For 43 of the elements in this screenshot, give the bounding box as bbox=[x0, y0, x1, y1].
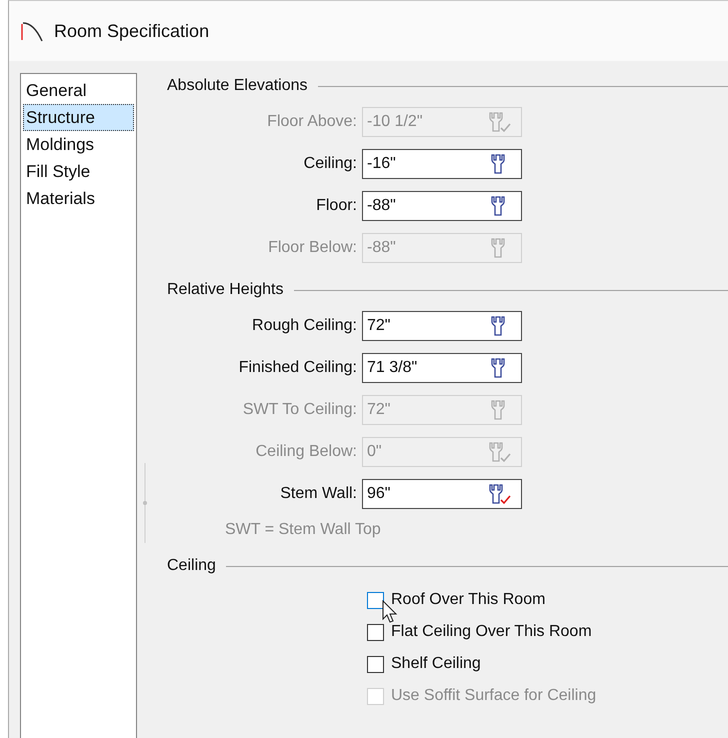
field-label: Floor: bbox=[315, 197, 357, 215]
field-value: 0" bbox=[367, 443, 383, 461]
field-label: SWT To Ceiling: bbox=[242, 401, 357, 419]
input-field[interactable]: 72" bbox=[362, 311, 522, 341]
field-label: Stem Wall: bbox=[279, 485, 357, 503]
wrench-check-icon[interactable] bbox=[487, 483, 511, 505]
field-label: Floor Below: bbox=[267, 239, 357, 257]
category-item[interactable]: Moldings bbox=[23, 131, 134, 158]
checkbox[interactable] bbox=[367, 656, 384, 672]
field-label: Ceiling Below: bbox=[254, 443, 357, 461]
field-label: Rough Ceiling: bbox=[251, 317, 357, 335]
field-value: 72" bbox=[367, 401, 392, 419]
input-field[interactable]: -88" bbox=[362, 191, 522, 221]
category-item[interactable]: General bbox=[23, 77, 134, 104]
note-text: SWT = Stem Wall Top bbox=[225, 521, 382, 539]
window-title: Room Specification bbox=[54, 20, 210, 42]
category-item[interactable]: Materials bbox=[23, 185, 134, 212]
field-label: Ceiling: bbox=[302, 155, 357, 173]
field-value: -88" bbox=[367, 197, 397, 215]
section-title: Absolute Elevations bbox=[167, 77, 308, 95]
field-value: -16" bbox=[367, 155, 397, 173]
field-value: -10 1/2" bbox=[367, 113, 424, 131]
category-item[interactable]: Structure bbox=[23, 104, 134, 131]
checkbox-label: Flat Ceiling Over This Room bbox=[391, 623, 592, 641]
checkbox-label: Roof Over This Room bbox=[391, 591, 546, 609]
checkbox-label: Shelf Ceiling bbox=[391, 655, 481, 673]
checkbox[interactable] bbox=[367, 592, 384, 608]
section-title: Relative Heights bbox=[167, 281, 284, 299]
field-value: 96" bbox=[367, 485, 392, 503]
splitter-handle[interactable] bbox=[142, 463, 148, 543]
input-field[interactable]: -16" bbox=[362, 149, 522, 179]
field-value: 71 3/8" bbox=[367, 359, 418, 377]
field-label: Floor Above: bbox=[266, 113, 357, 131]
field-value: -88" bbox=[367, 239, 397, 257]
checkbox-label: Use Soffit Surface for Ceiling bbox=[391, 687, 596, 705]
field-label: Finished Ceiling: bbox=[238, 359, 357, 377]
section-title: Ceiling bbox=[167, 557, 216, 575]
input-field[interactable]: 96" bbox=[362, 479, 522, 509]
arch-icon bbox=[21, 20, 45, 42]
checkbox[interactable] bbox=[367, 624, 384, 640]
category-item[interactable]: Fill Style bbox=[23, 158, 134, 185]
field-value: 72" bbox=[367, 317, 392, 335]
input-field[interactable]: 71 3/8" bbox=[362, 353, 522, 383]
